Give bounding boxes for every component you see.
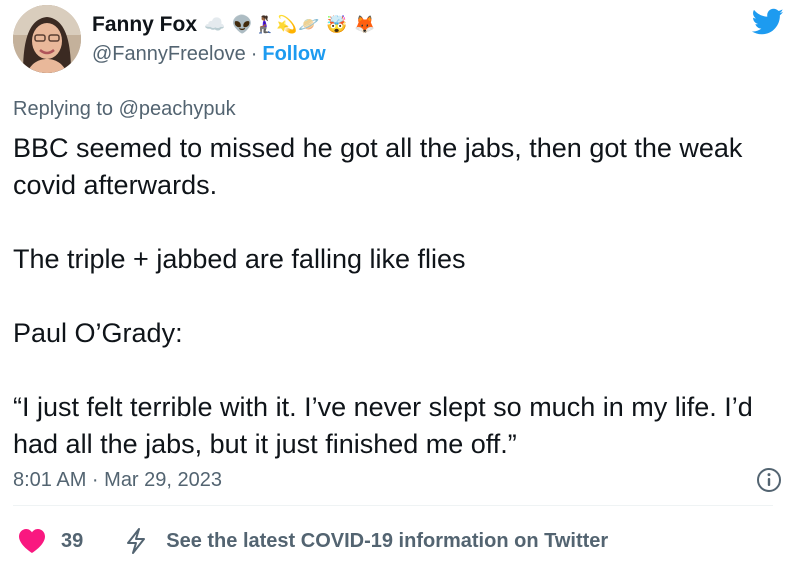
- tweet-card: Fanny Fox ☁️ 👽🧎🏾‍♀️💫🪐 🤯 🦊 @FannyFreelove…: [0, 0, 786, 565]
- info-icon[interactable]: [756, 467, 782, 493]
- tweet-paragraph: Paul O’Grady:: [13, 318, 183, 348]
- display-name[interactable]: Fanny Fox: [92, 12, 197, 38]
- tweet-paragraph: BBC seemed to missed he got all the jabs…: [13, 133, 743, 200]
- heart-icon[interactable]: [18, 528, 46, 554]
- twitter-bird-icon[interactable]: [752, 8, 784, 36]
- divider: [13, 505, 773, 506]
- bolt-icon[interactable]: [123, 527, 149, 555]
- profile-photo: [13, 5, 81, 73]
- tweet-timestamp[interactable]: 8:01 AM · Mar 29, 2023: [13, 467, 222, 493]
- avatar[interactable]: [13, 5, 81, 73]
- covid-info-link[interactable]: See the latest COVID-19 information on T…: [166, 530, 608, 553]
- tweet-text: BBC seemed to missed he got all the jabs…: [13, 130, 773, 463]
- author-handle[interactable]: @FannyFreelove: [92, 41, 246, 67]
- tweet-paragraph: “I just felt terrible with it. I’ve neve…: [13, 392, 753, 459]
- tweet-paragraph: The triple + jabbed are falling like fli…: [13, 244, 466, 274]
- author-name-row: Fanny Fox ☁️ 👽🧎🏾‍♀️💫🪐 🤯 🦊: [92, 12, 376, 38]
- author-handle-row: @FannyFreelove · Follow: [92, 41, 326, 67]
- reply-prefix: Replying to: [13, 98, 119, 120]
- handle-separator: ·: [250, 43, 258, 65]
- reply-context: Replying to @peachypuk: [13, 96, 236, 122]
- action-bar: 39 See the latest COVID-19 information o…: [18, 527, 608, 555]
- follow-button[interactable]: Follow: [262, 41, 325, 67]
- like-count[interactable]: 39: [61, 530, 83, 553]
- name-emojis: ☁️ 👽🧎🏾‍♀️💫🪐 🤯 🦊: [204, 15, 377, 34]
- reply-mention-link[interactable]: @peachypuk: [119, 98, 236, 120]
